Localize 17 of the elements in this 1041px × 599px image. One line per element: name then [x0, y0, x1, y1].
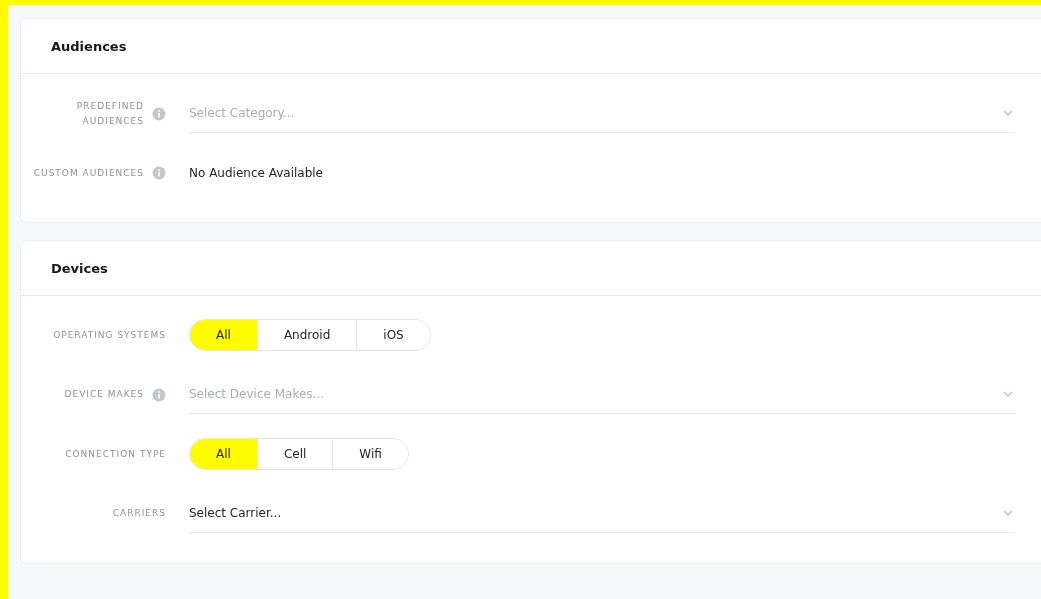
field-label: CUSTOM AUDIENCES [33, 166, 144, 180]
toggle-option[interactable]: All [190, 320, 257, 350]
toggle-option[interactable]: iOS [356, 320, 430, 350]
toggle-option[interactable]: All [190, 439, 257, 469]
field-label: OPERATING SYSTEMS [53, 328, 166, 342]
select-field[interactable]: Select Carrier... [189, 494, 1015, 533]
chevron-down-icon [1003, 510, 1013, 516]
section-title: Devices [51, 260, 108, 276]
chevron-down-icon [1003, 110, 1013, 116]
field-label: DEVICE MAKES [64, 388, 144, 401]
field-label: PREDEFINED AUDIENCES [75, 99, 144, 128]
chevron-down-icon [1003, 391, 1013, 397]
toggle-option[interactable]: Wifi [332, 439, 408, 469]
field-label: CONNECTION TYPE [65, 447, 166, 461]
field-label: CARRIERS [112, 507, 166, 520]
section-title: Audiences [51, 38, 127, 54]
field-value: No Audience Available [189, 166, 323, 180]
